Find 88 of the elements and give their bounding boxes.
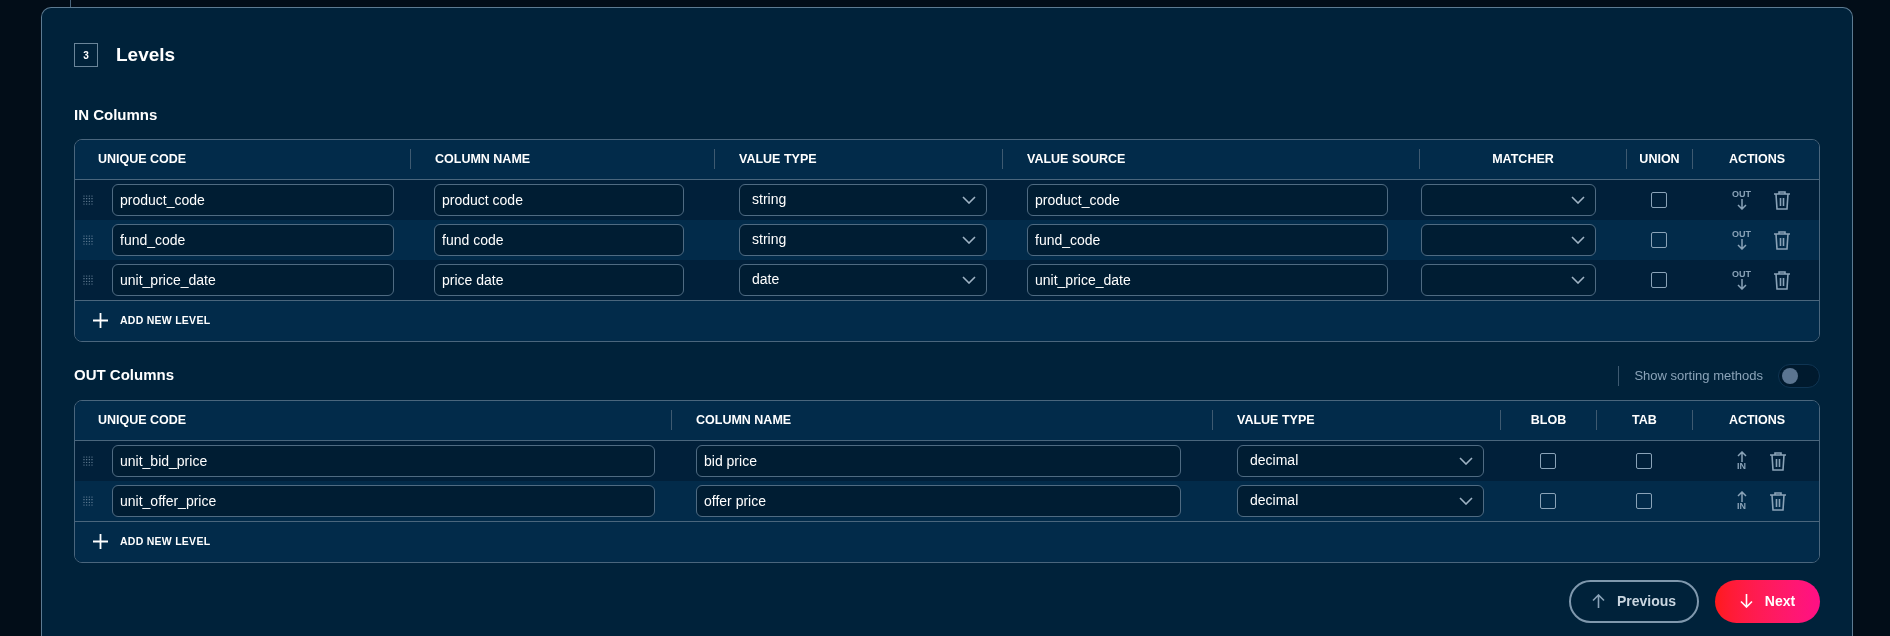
move-out-button[interactable]: OUT <box>1732 189 1751 210</box>
column-header: ACTIONS <box>1728 411 1786 429</box>
column-header: VALUE SOURCE <box>1027 150 1126 168</box>
unique-code-field[interactable]: unit_offer_price <box>112 484 655 517</box>
chevron-down-icon <box>962 275 976 284</box>
section-title: OUT Columns <box>74 365 174 386</box>
next-button[interactable]: Next <box>1715 579 1820 623</box>
column-header: UNION <box>1639 150 1680 168</box>
drag-handle-icon[interactable] <box>83 495 93 506</box>
column-header: COLUMN NAME <box>696 411 792 429</box>
trash-icon <box>1773 189 1791 210</box>
column-name-field[interactable]: price date <box>434 263 684 296</box>
column-name-field[interactable]: product code <box>434 183 684 216</box>
matcher-select[interactable] <box>1421 223 1596 256</box>
column-header: VALUE TYPE <box>1237 411 1315 429</box>
column-name-field[interactable]: fund code <box>434 223 684 256</box>
arrow-down-icon <box>1736 278 1747 290</box>
move-in-button[interactable]: IN <box>1736 490 1747 511</box>
section-title: IN Columns <box>74 105 158 123</box>
chevron-down-icon <box>1459 456 1473 465</box>
tab-checkbox[interactable] <box>1636 452 1652 469</box>
arrow-down-icon <box>1739 594 1753 608</box>
delete-button[interactable] <box>1773 189 1791 210</box>
value-type-select[interactable]: decimal <box>1237 484 1484 517</box>
value-type-select[interactable]: string <box>739 183 987 216</box>
trash-icon <box>1773 229 1791 250</box>
column-name-field[interactable]: bid price <box>696 444 1181 477</box>
step-title: Levels <box>116 43 176 67</box>
column-header: UNIQUE CODE <box>98 411 187 429</box>
chevron-down-icon <box>962 235 976 244</box>
toggle-label: Show sorting methods <box>1634 366 1763 385</box>
delete-button[interactable] <box>1773 269 1791 290</box>
matcher-select[interactable] <box>1421 183 1596 216</box>
arrow-up-icon <box>1736 490 1747 502</box>
unique-code-field[interactable]: unit_price_date <box>112 263 394 296</box>
column-header: MATCHER <box>1492 150 1554 168</box>
delete-button[interactable] <box>1768 490 1787 511</box>
sorting-toggle[interactable] <box>1778 363 1820 388</box>
drag-handle-icon[interactable] <box>83 234 93 245</box>
union-checkbox[interactable] <box>1651 231 1667 248</box>
unique-code-field[interactable]: unit_bid_price <box>112 444 655 477</box>
trash-icon <box>1768 450 1787 471</box>
move-in-button[interactable]: IN <box>1736 450 1747 471</box>
column-header: BLOB <box>1530 411 1567 429</box>
column-header: ACTIONS <box>1728 150 1786 168</box>
drag-handle-icon[interactable] <box>83 455 93 466</box>
plus-icon <box>93 313 108 328</box>
delete-button[interactable] <box>1773 229 1791 250</box>
value-source-field[interactable]: fund_code <box>1027 223 1388 256</box>
blob-checkbox[interactable] <box>1540 452 1556 469</box>
arrow-up-icon <box>1736 450 1747 462</box>
delete-button[interactable] <box>1768 450 1787 471</box>
trash-icon <box>1773 269 1791 290</box>
previous-button[interactable]: Previous <box>1569 579 1699 623</box>
value-type-select[interactable]: date <box>739 263 987 296</box>
matcher-select[interactable] <box>1421 263 1596 296</box>
unique-code-field[interactable]: fund_code <box>112 223 394 256</box>
chevron-down-icon <box>962 195 976 204</box>
column-header: COLUMN NAME <box>435 150 531 168</box>
plus-icon <box>93 534 108 549</box>
trash-icon <box>1768 490 1787 511</box>
arrow-up-icon <box>1591 594 1605 608</box>
step-number: 3 <box>74 43 98 68</box>
union-checkbox[interactable] <box>1651 271 1667 288</box>
column-name-field[interactable]: offer price <box>696 484 1181 517</box>
value-type-select[interactable]: decimal <box>1237 444 1484 477</box>
move-out-button[interactable]: OUT <box>1732 229 1751 250</box>
chevron-down-icon <box>1459 496 1473 505</box>
chevron-down-icon <box>1571 275 1585 284</box>
drag-handle-icon[interactable] <box>83 274 93 285</box>
arrow-down-icon <box>1736 198 1747 210</box>
add-new-level-button[interactable]: ADD NEW LEVEL <box>93 312 211 329</box>
value-source-field[interactable]: unit_price_date <box>1027 263 1388 296</box>
value-type-select[interactable]: string <box>739 223 987 256</box>
chevron-down-icon <box>1571 195 1585 204</box>
drag-handle-icon[interactable] <box>83 194 93 205</box>
chevron-down-icon <box>1571 235 1585 244</box>
arrow-down-icon <box>1736 238 1747 250</box>
union-checkbox[interactable] <box>1651 191 1667 208</box>
unique-code-field[interactable]: product_code <box>112 183 394 216</box>
value-source-field[interactable]: product_code <box>1027 183 1388 216</box>
column-header: UNIQUE CODE <box>98 150 187 168</box>
move-out-button[interactable]: OUT <box>1732 269 1751 290</box>
add-new-level-button[interactable]: ADD NEW LEVEL <box>93 533 211 550</box>
column-header: TAB <box>1632 411 1657 429</box>
column-header: VALUE TYPE <box>739 150 817 168</box>
tab-checkbox[interactable] <box>1636 492 1652 509</box>
blob-checkbox[interactable] <box>1540 492 1556 509</box>
